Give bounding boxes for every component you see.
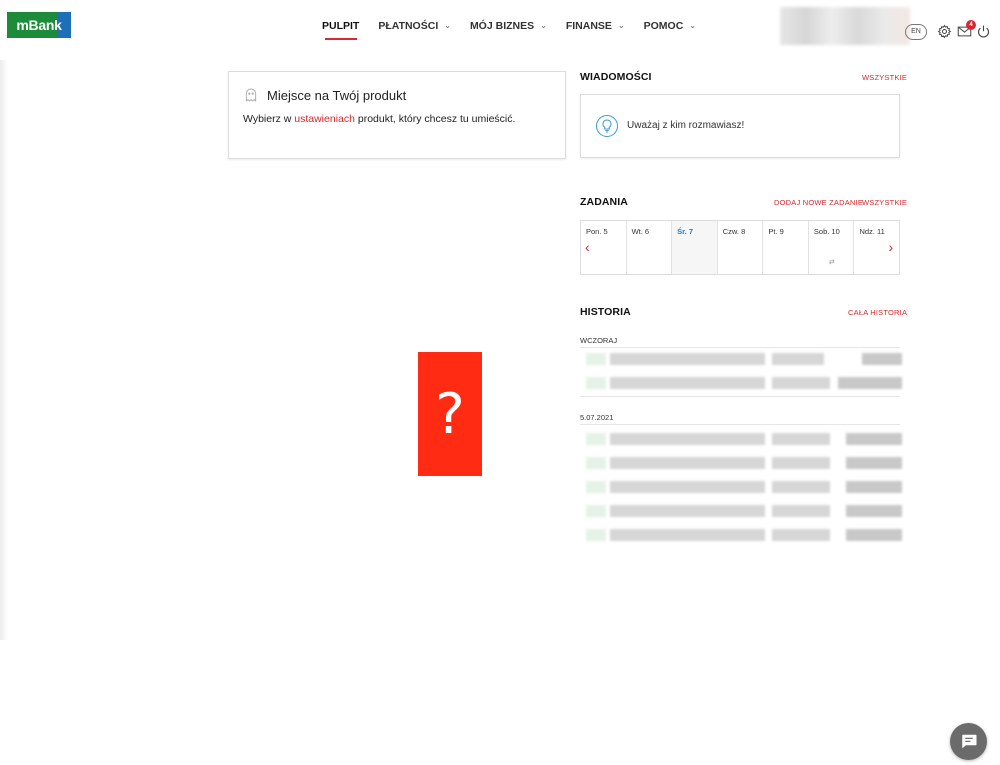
calendar-day-today[interactable]: Śr. 7 xyxy=(672,221,718,274)
history-divider xyxy=(580,424,900,425)
history-row-redacted[interactable] xyxy=(580,430,902,448)
history-row-redacted[interactable] xyxy=(580,502,902,520)
tasks-title: ZADANIA xyxy=(580,196,628,208)
nav-platnosci[interactable]: PŁATNOŚCI ⌄ xyxy=(378,0,451,52)
nav-pomoc-label: POMOC xyxy=(643,20,684,32)
language-switch[interactable]: EN xyxy=(905,24,927,40)
history-row-redacted[interactable] xyxy=(580,526,902,544)
nav-platnosci-label: PŁATNOŚCI xyxy=(378,20,439,32)
nav-finanse-label: FINANSE xyxy=(565,20,612,32)
main-nav: PULPIT PŁATNOŚCI ⌄ MÓJ BIZNES ⌄ FINANSE … xyxy=(322,0,715,52)
nav-pulpit-label: PULPIT xyxy=(322,20,360,32)
calendar-day[interactable]: Ndz. 11 › xyxy=(854,221,899,274)
settings-button[interactable] xyxy=(935,22,953,40)
nav-finanse[interactable]: FINANSE ⌄ xyxy=(566,0,625,52)
chevron-left-icon[interactable]: ‹ xyxy=(585,239,590,255)
calendar-day[interactable]: Pt. 9 xyxy=(763,221,809,274)
ghost-icon xyxy=(245,88,257,103)
product-placeholder-card: Miejsce na Twój produkt Wybierz w ustawi… xyxy=(228,71,566,159)
add-task-link[interactable]: DODAJ NOWE ZADANIE xyxy=(774,198,863,207)
history-divider xyxy=(580,396,900,397)
calendar-day[interactable]: Czw. 8 xyxy=(718,221,764,274)
chevron-down-icon: ⌄ xyxy=(540,21,547,30)
message-text: Uważaj z kim rozmawiasz! xyxy=(627,120,745,131)
chevron-down-icon: ⌄ xyxy=(617,21,625,30)
history-row-redacted[interactable] xyxy=(580,454,902,472)
calendar-day-label: Wt. 6 xyxy=(631,227,650,236)
calendar-day-label: Pon. 5 xyxy=(586,227,608,236)
calendar-day[interactable]: Wt. 6 xyxy=(627,221,673,274)
calendar-day-label: Śr. 7 xyxy=(677,227,694,236)
missing-image-placeholder: ? xyxy=(418,352,482,476)
top-header: mBank PULPIT PŁATNOŚCI ⌄ MÓJ BIZNES ⌄ FI… xyxy=(0,0,1000,52)
calendar-day-label: Pt. 9 xyxy=(768,227,784,236)
calendar-day-label: Sob. 10 xyxy=(813,227,840,236)
nav-pulpit[interactable]: PULPIT xyxy=(322,0,359,52)
recurring-icon: ⇄ xyxy=(828,259,835,266)
logout-button[interactable] xyxy=(974,22,992,40)
power-icon xyxy=(977,25,989,38)
nav-pomoc[interactable]: POMOC ⌄ xyxy=(644,0,696,52)
nav-moj-biznes[interactable]: MÓJ BIZNES ⌄ xyxy=(470,0,547,52)
calendar-day[interactable]: Pon. 5 ‹ xyxy=(581,221,627,274)
message-card[interactable]: Uważaj z kim rozmawiasz! xyxy=(580,94,900,158)
task-calendar: Pon. 5 ‹ Wt. 6 Śr. 7 Czw. 8 Pt. 9 Sob. 1… xyxy=(580,220,900,275)
product-card-title: Miejsce na Twój produkt xyxy=(267,87,407,103)
desc-text-after: produkt, który chcesz tu umieścić. xyxy=(354,113,516,125)
user-info-redacted[interactable] xyxy=(780,7,910,45)
messages-all-link[interactable]: WSZYSTKIE xyxy=(862,73,907,82)
history-row-redacted[interactable] xyxy=(580,374,902,392)
history-row-redacted[interactable] xyxy=(580,350,902,368)
history-row-redacted[interactable] xyxy=(580,478,902,496)
tasks-all-link[interactable]: WSZYSTKIE xyxy=(862,198,907,207)
messages-title: WIADOMOŚCI xyxy=(580,71,652,83)
product-card-header: Miejsce na Twój produkt xyxy=(243,87,406,103)
calendar-day-label: Czw. 8 xyxy=(722,227,746,236)
desc-text-before: Wybierz w xyxy=(243,113,295,125)
history-title: HISTORIA xyxy=(580,306,631,318)
history-group-date: WCZORAJ xyxy=(580,336,618,345)
left-edge-shadow xyxy=(0,60,8,640)
chevron-right-icon[interactable]: › xyxy=(888,239,893,255)
nav-moj-biznes-label: MÓJ BIZNES xyxy=(469,20,535,32)
gear-icon xyxy=(937,24,951,38)
full-history-link[interactable]: CAŁA HISTORIA xyxy=(848,308,907,317)
history-divider xyxy=(580,347,900,348)
chevron-down-icon: ⌄ xyxy=(689,21,696,30)
lightbulb-icon xyxy=(596,115,618,137)
settings-link[interactable]: ustawieniach xyxy=(294,113,355,125)
history-group-date: 5.07.2021 xyxy=(580,413,614,422)
chat-bubble-icon xyxy=(961,734,976,749)
chat-button[interactable] xyxy=(950,723,987,760)
calendar-day[interactable]: Sob. 10 ⇄ xyxy=(809,221,855,274)
calendar-day-label: Ndz. 11 xyxy=(859,227,885,236)
chevron-down-icon: ⌄ xyxy=(444,21,451,30)
logo-text: mBank xyxy=(16,17,62,33)
product-card-description: Wybierz w ustawieniach produkt, który ch… xyxy=(243,113,515,125)
mbank-logo[interactable]: mBank xyxy=(7,12,71,38)
